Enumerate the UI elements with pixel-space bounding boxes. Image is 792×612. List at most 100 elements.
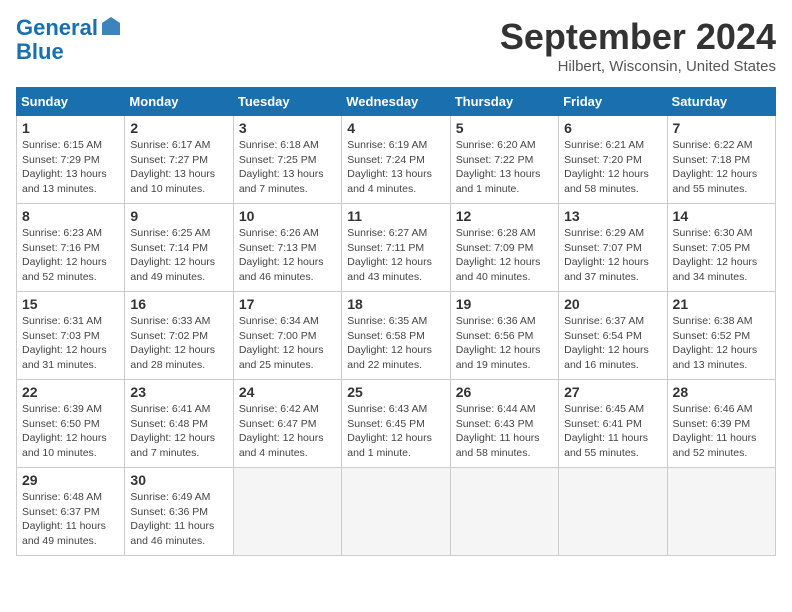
calendar-cell: 2 Sunrise: 6:17 AMSunset: 7:27 PMDaylight… [125,116,233,204]
calendar-cell: 22 Sunrise: 6:39 AMSunset: 6:50 PMDayligh… [17,380,125,468]
day-info: Sunrise: 6:38 AMSunset: 6:52 PMDaylight:… [673,314,770,373]
day-number: 6 [564,120,661,136]
calendar-cell [559,468,667,556]
day-number: 23 [130,384,227,400]
day-number: 22 [22,384,119,400]
calendar-cell: 17 Sunrise: 6:34 AMSunset: 7:00 PMDayligh… [233,292,341,380]
day-info: Sunrise: 6:29 AMSunset: 7:07 PMDaylight:… [564,226,661,285]
calendar-cell: 26 Sunrise: 6:44 AMSunset: 6:43 PMDayligh… [450,380,558,468]
page-header: General Blue September 2024 Hilbert, Wis… [16,16,776,75]
weekday-header-saturday: Saturday [667,88,775,116]
day-number: 17 [239,296,336,312]
calendar-cell: 5 Sunrise: 6:20 AMSunset: 7:22 PMDaylight… [450,116,558,204]
calendar-week-row: 8Sunrise: 6:23 AMSunset: 7:16 PMDaylight… [17,204,776,292]
calendar-cell: 19 Sunrise: 6:36 AMSunset: 6:56 PMDayligh… [450,292,558,380]
day-number: 18 [347,296,444,312]
weekday-header-thursday: Thursday [450,88,558,116]
day-number: 9 [130,208,227,224]
calendar-cell: 1Sunrise: 6:15 AMSunset: 7:29 PMDaylight… [17,116,125,204]
day-info: Sunrise: 6:49 AMSunset: 6:36 PMDaylight:… [130,490,227,549]
day-info: Sunrise: 6:19 AMSunset: 7:24 PMDaylight:… [347,138,444,197]
day-info: Sunrise: 6:43 AMSunset: 6:45 PMDaylight:… [347,402,444,461]
calendar-cell: 16Sunrise: 6:33 AMSunset: 7:02 PMDayligh… [125,292,233,380]
day-number: 24 [239,384,336,400]
day-info: Sunrise: 6:25 AMSunset: 7:14 PMDaylight:… [130,226,227,285]
calendar-week-row: 15 Sunrise: 6:31 AMSunset: 7:03 PMDayligh… [17,292,776,380]
day-number: 3 [239,120,336,136]
day-number: 30 [130,472,227,488]
day-info: Sunrise: 6:37 AMSunset: 6:54 PMDaylight:… [564,314,661,373]
day-info: Sunrise: 6:39 AMSunset: 6:50 PMDaylight:… [22,402,119,461]
calendar-cell: 20 Sunrise: 6:37 AMSunset: 6:54 PMDayligh… [559,292,667,380]
calendar-cell: 29 Sunrise: 6:48 AMSunset: 6:37 PMDayligh… [17,468,125,556]
day-info: Sunrise: 6:46 AMSunset: 6:39 PMDaylight:… [673,402,770,461]
calendar-cell: 23 Sunrise: 6:41 AMSunset: 6:48 PMDayligh… [125,380,233,468]
calendar-cell: 11 Sunrise: 6:27 AMSunset: 7:11 PMDayligh… [342,204,450,292]
calendar-cell: 27Sunrise: 6:45 AMSunset: 6:41 PMDayligh… [559,380,667,468]
calendar-cell: 30 Sunrise: 6:49 AMSunset: 6:36 PMDayligh… [125,468,233,556]
day-info: Sunrise: 6:35 AMSunset: 6:58 PMDaylight:… [347,314,444,373]
weekday-header-wednesday: Wednesday [342,88,450,116]
day-info: Sunrise: 6:21 AMSunset: 7:20 PMDaylight:… [564,138,661,197]
day-info: Sunrise: 6:20 AMSunset: 7:22 PMDaylight:… [456,138,553,197]
weekday-header-sunday: Sunday [17,88,125,116]
day-number: 10 [239,208,336,224]
day-number: 5 [456,120,553,136]
weekday-header-row: SundayMondayTuesdayWednesdayThursdayFrid… [17,88,776,116]
day-number: 19 [456,296,553,312]
day-number: 21 [673,296,770,312]
day-info: Sunrise: 6:26 AMSunset: 7:13 PMDaylight:… [239,226,336,285]
calendar-cell: 13 Sunrise: 6:29 AMSunset: 7:07 PMDayligh… [559,204,667,292]
day-info: Sunrise: 6:36 AMSunset: 6:56 PMDaylight:… [456,314,553,373]
day-number: 2 [130,120,227,136]
calendar-cell: 25Sunrise: 6:43 AMSunset: 6:45 PMDayligh… [342,380,450,468]
calendar-cell: 10 Sunrise: 6:26 AMSunset: 7:13 PMDayligh… [233,204,341,292]
calendar-cell: 15 Sunrise: 6:31 AMSunset: 7:03 PMDayligh… [17,292,125,380]
day-number: 4 [347,120,444,136]
day-info: Sunrise: 6:34 AMSunset: 7:00 PMDaylight:… [239,314,336,373]
day-number: 20 [564,296,661,312]
calendar-cell: 9 Sunrise: 6:25 AMSunset: 7:14 PMDaylight… [125,204,233,292]
location: Hilbert, Wisconsin, United States [500,58,776,75]
weekday-header-friday: Friday [559,88,667,116]
day-info: Sunrise: 6:27 AMSunset: 7:11 PMDaylight:… [347,226,444,285]
calendar-cell: 12Sunrise: 6:28 AMSunset: 7:09 PMDayligh… [450,204,558,292]
calendar-cell [233,468,341,556]
calendar-cell: 8Sunrise: 6:23 AMSunset: 7:16 PMDaylight… [17,204,125,292]
day-number: 12 [456,208,553,224]
calendar-cell: 6 Sunrise: 6:21 AMSunset: 7:20 PMDaylight… [559,116,667,204]
title-block: September 2024 Hilbert, Wisconsin, Unite… [500,16,776,75]
day-number: 11 [347,208,444,224]
day-info: Sunrise: 6:18 AMSunset: 7:25 PMDaylight:… [239,138,336,197]
day-info: Sunrise: 6:41 AMSunset: 6:48 PMDaylight:… [130,402,227,461]
day-number: 1 [22,120,119,136]
day-info: Sunrise: 6:48 AMSunset: 6:37 PMDaylight:… [22,490,119,549]
logo-icon [100,15,122,37]
day-info: Sunrise: 6:45 AMSunset: 6:41 PMDaylight:… [564,402,661,461]
day-number: 14 [673,208,770,224]
day-number: 26 [456,384,553,400]
day-info: Sunrise: 6:42 AMSunset: 6:47 PMDaylight:… [239,402,336,461]
day-number: 13 [564,208,661,224]
day-info: Sunrise: 6:23 AMSunset: 7:16 PMDaylight:… [22,226,119,285]
calendar-week-row: 22 Sunrise: 6:39 AMSunset: 6:50 PMDayligh… [17,380,776,468]
day-number: 7 [673,120,770,136]
day-number: 28 [673,384,770,400]
calendar-week-row: 29 Sunrise: 6:48 AMSunset: 6:37 PMDayligh… [17,468,776,556]
day-number: 29 [22,472,119,488]
calendar-cell: 14 Sunrise: 6:30 AMSunset: 7:05 PMDayligh… [667,204,775,292]
calendar-cell [667,468,775,556]
day-info: Sunrise: 6:17 AMSunset: 7:27 PMDaylight:… [130,138,227,197]
day-info: Sunrise: 6:33 AMSunset: 7:02 PMDaylight:… [130,314,227,373]
weekday-header-tuesday: Tuesday [233,88,341,116]
calendar-cell: 18 Sunrise: 6:35 AMSunset: 6:58 PMDayligh… [342,292,450,380]
day-info: Sunrise: 6:22 AMSunset: 7:18 PMDaylight:… [673,138,770,197]
day-info: Sunrise: 6:31 AMSunset: 7:03 PMDaylight:… [22,314,119,373]
calendar-table: SundayMondayTuesdayWednesdayThursdayFrid… [16,87,776,556]
day-info: Sunrise: 6:30 AMSunset: 7:05 PMDaylight:… [673,226,770,285]
calendar-cell: 4 Sunrise: 6:19 AMSunset: 7:24 PMDaylight… [342,116,450,204]
day-number: 15 [22,296,119,312]
calendar-cell: 24 Sunrise: 6:42 AMSunset: 6:47 PMDayligh… [233,380,341,468]
logo-blue: Blue [16,40,64,64]
day-info: Sunrise: 6:44 AMSunset: 6:43 PMDaylight:… [456,402,553,461]
